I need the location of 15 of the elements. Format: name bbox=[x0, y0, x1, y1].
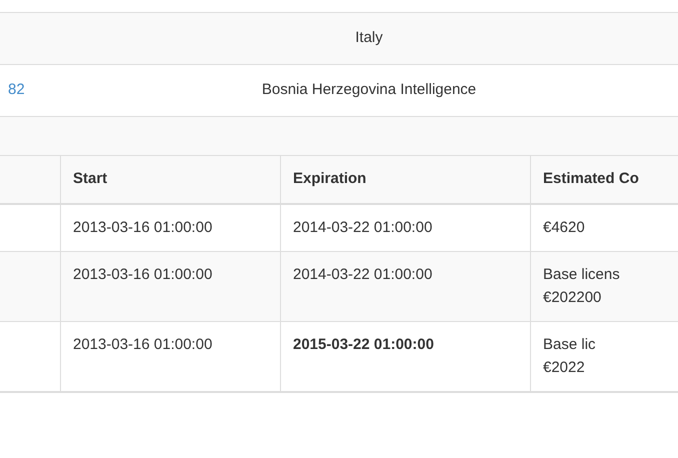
column-header: Expiration bbox=[280, 156, 530, 204]
id-link[interactable]: 82 bbox=[8, 81, 25, 98]
column-header: Start bbox=[60, 156, 280, 204]
table-cell: 2013-03-16 01:00:00 bbox=[60, 252, 280, 322]
table-cell: Base licens €202200 bbox=[530, 252, 678, 322]
table-cell: Base lic €2022 bbox=[530, 322, 678, 392]
table-cell: €4620 bbox=[530, 204, 678, 252]
table-cell: 2013-03-16 01:00:00 bbox=[60, 204, 280, 252]
table-cell: 2014-03-22 01:00:00 bbox=[280, 204, 530, 252]
table-cell: 2015-03-22 01:00:00 bbox=[280, 322, 530, 392]
table-cell: 2014-03-22 01:00:00 bbox=[280, 252, 530, 322]
table-cell: Italy bbox=[355, 29, 383, 46]
table-cell: 2013-03-16 01:00:00 bbox=[60, 322, 280, 392]
column-header: Estimated Co bbox=[530, 156, 678, 204]
table-cell: Bosnia Herzegovina Intelligence bbox=[262, 81, 476, 98]
